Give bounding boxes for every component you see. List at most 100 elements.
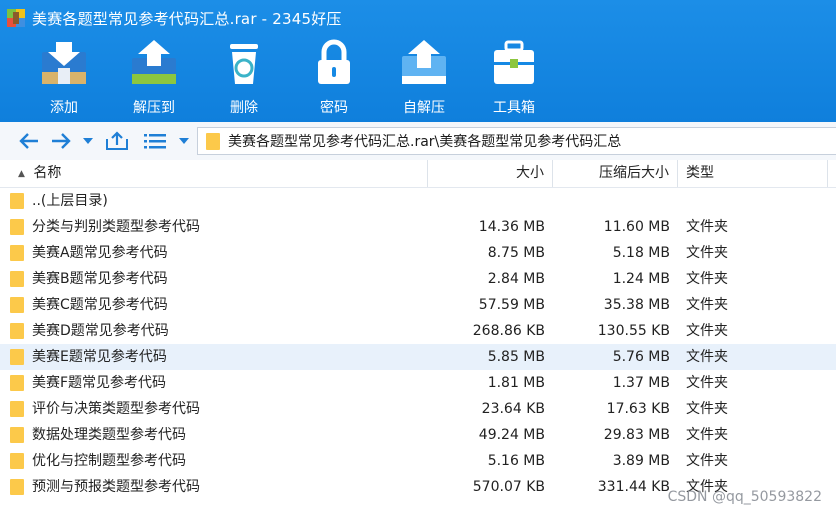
- file-name: 预测与预报类题型参考代码: [32, 479, 200, 495]
- folder-icon: [10, 427, 24, 443]
- sort-arrow-up-icon: ▲: [18, 169, 25, 179]
- file-type: 文件夹: [686, 401, 728, 417]
- lock-icon: [318, 39, 350, 84]
- navigation-bar: 美赛各题型常见参考代码汇总.rar\美赛各题型常见参考代码汇总: [0, 122, 836, 161]
- file-size: 1.81 MB: [487, 375, 545, 391]
- folder-icon: [10, 271, 24, 287]
- forward-button[interactable]: [48, 130, 74, 152]
- column-header: ▲ 名称 大小 压缩后大小 类型: [0, 160, 836, 188]
- list-item[interactable]: 优化与控制题型参考代码 5.16 MB 3.89 MB 文件夹: [0, 448, 836, 474]
- address-path: 美赛各题型常见参考代码汇总.rar\美赛各题型常见参考代码汇总: [228, 134, 622, 150]
- add-button[interactable]: 添加: [24, 38, 104, 117]
- title-bar: 美赛各题型常见参考代码汇总.rar - 2345好压: [0, 0, 836, 36]
- folder-icon: [10, 375, 24, 391]
- toolbox-icon: [494, 40, 534, 84]
- list-item[interactable]: 分类与判别类题型参考代码 14.36 MB 11.60 MB 文件夹: [0, 214, 836, 240]
- file-size: 5.85 MB: [487, 349, 545, 365]
- file-compressed-size: 1.37 MB: [612, 375, 670, 391]
- file-size: 23.64 KB: [481, 401, 545, 417]
- extract-to-button[interactable]: 解压到: [114, 38, 194, 117]
- file-size: 49.24 MB: [478, 427, 545, 443]
- delete-icon: [230, 44, 258, 84]
- folder-icon: [10, 453, 24, 469]
- file-type: 文件夹: [686, 323, 728, 339]
- history-dropdown[interactable]: [80, 130, 96, 152]
- file-name: 分类与判别类题型参考代码: [32, 219, 200, 235]
- file-type: 文件夹: [686, 349, 728, 365]
- file-size: 8.75 MB: [487, 245, 545, 261]
- toolbox-button[interactable]: 工具箱: [474, 38, 554, 117]
- file-size: 14.36 MB: [478, 219, 545, 235]
- window-title: 美赛各题型常见参考代码汇总.rar - 2345好压: [32, 9, 342, 28]
- file-name: ..(上层目录): [32, 193, 108, 209]
- up-level-button[interactable]: [104, 130, 130, 152]
- password-label: 密码: [320, 100, 348, 116]
- file-type: 文件夹: [686, 375, 728, 391]
- list-item[interactable]: 美赛F题常见参考代码 1.81 MB 1.37 MB 文件夹: [0, 370, 836, 396]
- list-item-selected[interactable]: 美赛E题常见参考代码 5.85 MB 5.76 MB 文件夹: [0, 344, 836, 370]
- file-name: 优化与控制题型参考代码: [32, 453, 186, 469]
- folder-icon: [10, 219, 24, 235]
- list-item[interactable]: 美赛D题常见参考代码 268.86 KB 130.55 KB 文件夹: [0, 318, 836, 344]
- app-icon: [7, 9, 25, 27]
- file-size: 570.07 KB: [472, 479, 545, 495]
- file-compressed-size: 11.60 MB: [603, 219, 670, 235]
- file-name: 美赛B题常见参考代码: [32, 271, 168, 287]
- file-size: 268.86 KB: [472, 323, 545, 339]
- list-item-parent-dir[interactable]: ..(上层目录): [0, 188, 836, 214]
- file-size: 2.84 MB: [487, 271, 545, 287]
- file-name: 美赛A题常见参考代码: [32, 245, 168, 261]
- watermark: CSDN @qq_50593822: [667, 489, 822, 505]
- list-item[interactable]: 评价与决策类题型参考代码 23.64 KB 17.63 KB 文件夹: [0, 396, 836, 422]
- folder-icon: [10, 479, 24, 495]
- address-bar[interactable]: 美赛各题型常见参考代码汇总.rar\美赛各题型常见参考代码汇总: [197, 127, 836, 155]
- folder-icon: [10, 323, 24, 339]
- toolbar: 添加 解压到 删除 密码 自解压 工具箱: [0, 36, 836, 122]
- list-item[interactable]: 美赛A题常见参考代码 8.75 MB 5.18 MB 文件夹: [0, 240, 836, 266]
- file-size: [428, 188, 545, 214]
- toolbox-label: 工具箱: [493, 100, 535, 116]
- name-column-header[interactable]: ▲ 名称: [0, 160, 428, 187]
- file-compressed-size: 1.24 MB: [612, 271, 670, 287]
- arrow-right-icon: [52, 133, 71, 149]
- folder-icon: [10, 401, 24, 417]
- folder-up-icon: [106, 131, 128, 150]
- file-type: 文件夹: [686, 427, 728, 443]
- file-compressed-size: 3.89 MB: [612, 453, 670, 469]
- list-view-icon: [144, 134, 166, 149]
- folder-icon: [10, 349, 24, 365]
- file-type: 文件夹: [686, 297, 728, 313]
- self-extract-button[interactable]: 自解压: [384, 38, 464, 117]
- size-column-header[interactable]: 大小: [428, 160, 553, 187]
- list-item[interactable]: 数据处理类题型参考代码 49.24 MB 29.83 MB 文件夹: [0, 422, 836, 448]
- add-archive-icon: [42, 42, 86, 84]
- name-column-label: 名称: [33, 165, 62, 181]
- file-compressed-size: 35.38 MB: [603, 297, 670, 313]
- file-type: 文件夹: [686, 453, 728, 469]
- extract-to-label: 解压到: [133, 100, 175, 116]
- file-type: 文件夹: [686, 245, 728, 261]
- password-button[interactable]: 密码: [294, 38, 374, 117]
- folder-icon: [10, 297, 24, 313]
- self-extract-label: 自解压: [403, 100, 445, 116]
- top-bar: 美赛各题型常见参考代码汇总.rar - 2345好压 添加 解压到 删除 密码 …: [0, 0, 836, 122]
- compressed-column-header[interactable]: 压缩后大小: [553, 160, 678, 187]
- type-column-header[interactable]: 类型: [678, 160, 828, 187]
- view-mode-dropdown[interactable]: [176, 130, 192, 152]
- file-compressed-size: 5.18 MB: [612, 245, 670, 261]
- file-type: 文件夹: [686, 271, 728, 287]
- folder-icon: [206, 132, 220, 150]
- file-name: 美赛C题常见参考代码: [32, 297, 168, 313]
- back-button[interactable]: [16, 130, 42, 152]
- file-name: 美赛E题常见参考代码: [32, 349, 167, 365]
- list-item[interactable]: 美赛B题常见参考代码 2.84 MB 1.24 MB 文件夹: [0, 266, 836, 292]
- file-compressed-size: 29.83 MB: [603, 427, 670, 443]
- list-item[interactable]: 美赛C题常见参考代码 57.59 MB 35.38 MB 文件夹: [0, 292, 836, 318]
- file-size: 57.59 MB: [478, 297, 545, 313]
- view-mode-button[interactable]: [142, 130, 168, 152]
- size-column-label: 大小: [516, 165, 544, 181]
- folder-icon: [10, 193, 24, 209]
- file-name: 评价与决策类题型参考代码: [32, 401, 200, 417]
- file-size: 5.16 MB: [487, 453, 545, 469]
- delete-button[interactable]: 删除: [204, 38, 284, 117]
